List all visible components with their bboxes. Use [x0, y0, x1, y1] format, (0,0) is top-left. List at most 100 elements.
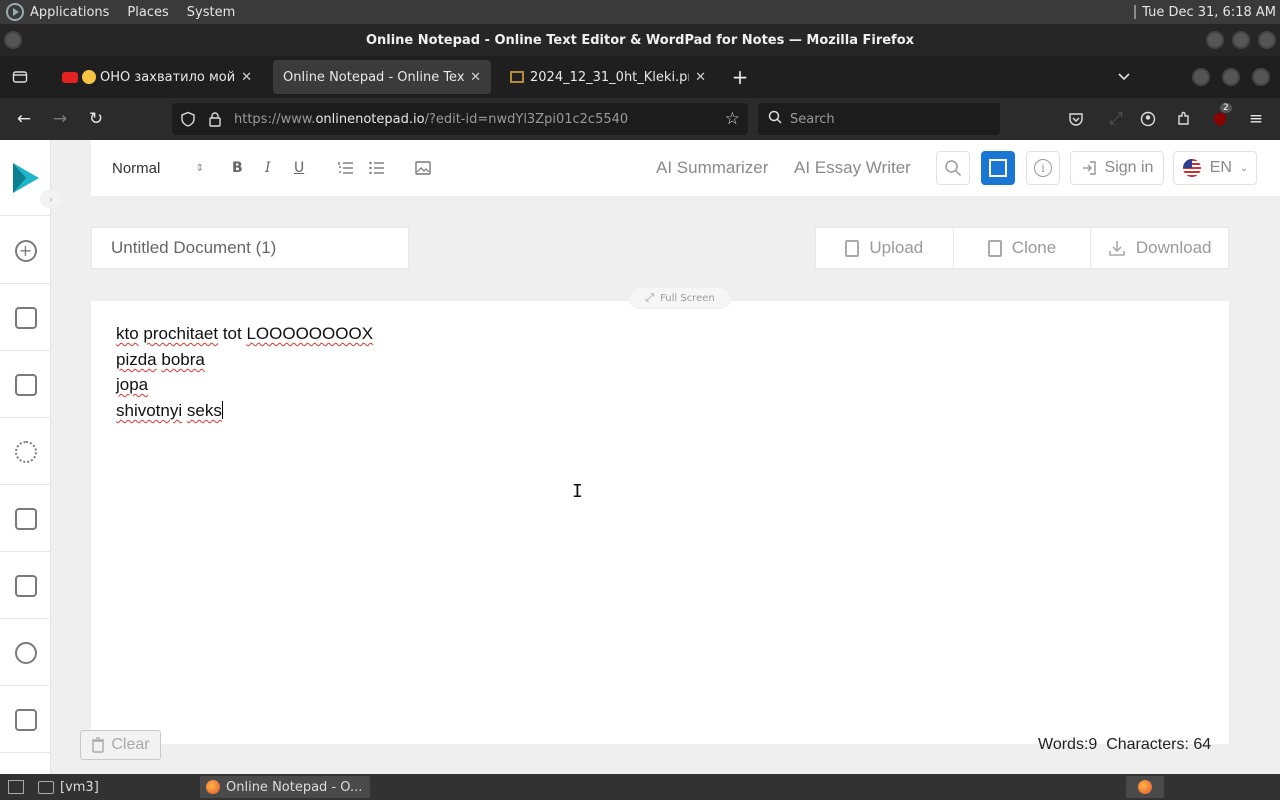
clone-icon	[987, 239, 1002, 257]
search-document-button[interactable]	[936, 151, 970, 185]
full-screen-label: Full Screen	[660, 292, 715, 304]
sidebar-item-notes[interactable]	[0, 285, 51, 351]
bottom-taskbar: [vm3] Online Notepad - O...	[0, 774, 1280, 800]
clear-button[interactable]: Clear	[80, 730, 161, 760]
download-icon	[1109, 241, 1125, 256]
ordered-list-icon[interactable]	[338, 154, 354, 182]
taskbar-item-vm3[interactable]: [vm3]	[32, 776, 105, 798]
expand-icon: ⤢	[645, 291, 655, 304]
document-actions: Upload Clone Download	[815, 227, 1229, 269]
characters-label: Characters:	[1106, 736, 1189, 753]
applications-menu[interactable]: Applications	[6, 3, 109, 21]
document-icon	[14, 708, 37, 731]
sidebar-item-privacy[interactable]	[0, 620, 51, 686]
gear-icon	[14, 440, 37, 463]
list-all-tabs-icon[interactable]	[1112, 65, 1136, 89]
tabbar-button-2-icon[interactable]	[1222, 68, 1240, 86]
character-count: 64	[1193, 736, 1212, 753]
misspelled-word: prochitaet	[143, 324, 219, 343]
italic-button[interactable]: I	[265, 154, 271, 182]
taskbar-item-firefox[interactable]: Online Notepad - O...	[200, 776, 370, 798]
ai-essay-writer-link[interactable]: AI Essay Writer	[794, 158, 911, 178]
tab-youtube[interactable]: ОНО захватило мой мир ✕	[52, 60, 262, 94]
firefox-view-icon[interactable]	[8, 65, 32, 89]
taskbar-item-label: Online Notepad - O...	[226, 779, 363, 795]
bullet-list-icon[interactable]	[369, 154, 385, 182]
tabbar-button-1-icon[interactable]	[1192, 68, 1210, 86]
underline-button[interactable]: U	[294, 154, 304, 182]
back-icon[interactable]: ←	[12, 107, 36, 131]
editor-text: tot	[218, 324, 247, 343]
lock-icon[interactable]	[208, 111, 222, 131]
forward-icon[interactable]: →	[48, 107, 72, 131]
tabbar-button-3-icon[interactable]	[1252, 68, 1270, 86]
sidebar-item-feedback[interactable]	[0, 486, 51, 552]
tab-close-icon[interactable]: ✕	[470, 70, 481, 85]
document-title-input[interactable]: Untitled Document (1)	[91, 227, 409, 269]
misspelled-word: jopa	[116, 375, 149, 394]
maximize-icon[interactable]	[1232, 31, 1250, 49]
search-bar[interactable]: Search	[758, 103, 1000, 135]
info-button[interactable]: i	[1026, 151, 1060, 185]
places-menu[interactable]: Places	[127, 5, 168, 20]
window-title-bar[interactable]: Online Notepad - Online Text Editor & Wo…	[0, 24, 1280, 56]
sidebar-item-documents[interactable]	[0, 352, 51, 418]
pocket-icon[interactable]	[1064, 107, 1088, 131]
upload-button[interactable]: Upload	[816, 228, 954, 268]
sidebar-item-new[interactable]: +	[0, 218, 51, 284]
url-bar[interactable]: https://www.onlinenotepad.io/?edit-id=nw…	[172, 103, 748, 135]
expand-sidebar-icon[interactable]: ›	[40, 190, 62, 208]
editor-toolbar: Normal ⇕ B I U AI Summarizer AI Essay Wr…	[91, 140, 1280, 196]
format-select-value: Normal	[112, 159, 161, 177]
full-screen-button[interactable]: ⤢ Full Screen	[629, 287, 731, 309]
window-menu-icon[interactable]	[4, 31, 22, 49]
ai-summarizer-link[interactable]: AI Summarizer	[656, 158, 768, 178]
clone-button[interactable]: Clone	[954, 228, 1092, 268]
tabs-bar: ОНО захватило мой мир ✕ Online Notepad -…	[0, 56, 1280, 98]
editor-line-4: shivotnyi seks	[116, 401, 223, 421]
new-tab-icon[interactable]: +	[728, 65, 752, 89]
tracking-protection-icon[interactable]	[180, 111, 196, 131]
select-arrows-icon: ⇕	[195, 162, 204, 174]
panel-clock[interactable]: Tue Dec 31, 6:18 AM	[1134, 5, 1280, 20]
misspelled-word: bobra	[161, 350, 205, 369]
show-desktop-icon[interactable]	[2, 776, 30, 798]
document-stats: Words:9 Characters: 64	[1038, 736, 1211, 754]
reload-icon[interactable]: ↻	[84, 107, 108, 131]
tab-close-icon[interactable]: ✕	[695, 70, 706, 85]
ublock-origin-icon[interactable]: 2	[1208, 103, 1232, 131]
sign-in-label: Sign in	[1104, 159, 1154, 176]
insert-image-icon[interactable]	[415, 154, 431, 182]
theme-toggle-button[interactable]	[981, 151, 1015, 185]
upload-label: Upload	[869, 238, 924, 257]
tab-online-notepad[interactable]: Online Notepad - Online Text E ✕	[273, 60, 491, 94]
language-label: EN	[1209, 159, 1232, 176]
close-window-icon[interactable]	[1258, 31, 1276, 49]
sidebar-item-contact[interactable]	[0, 553, 51, 619]
word-count: 9	[1088, 736, 1098, 753]
tab-close-icon[interactable]: ✕	[241, 70, 252, 85]
applications-logo-icon	[6, 3, 24, 21]
bookmark-star-icon[interactable]: ☆	[725, 109, 740, 129]
sidebar-item-settings[interactable]	[0, 419, 51, 485]
minimize-icon[interactable]	[1206, 31, 1224, 49]
download-button[interactable]: Download	[1091, 228, 1228, 268]
sidebar-item-terms[interactable]	[0, 687, 51, 753]
text-editor[interactable]: kto prochitaet tot LOOOOOOOOX pizda bobr…	[91, 301, 1229, 744]
sign-in-icon	[1082, 161, 1096, 175]
sign-in-button[interactable]: Sign in	[1070, 151, 1164, 185]
workspace-switcher[interactable]	[1126, 776, 1164, 798]
tab-kleki-png[interactable]: 2024_12_31_0ht_Kleki.png ( ✕	[500, 60, 716, 94]
language-select[interactable]: EN ⌄	[1173, 151, 1257, 185]
account-icon[interactable]	[1136, 107, 1160, 131]
system-menu[interactable]: System	[187, 5, 235, 20]
bold-button[interactable]: B	[232, 154, 243, 182]
firefox-icon	[206, 780, 220, 794]
text-caret	[221, 401, 223, 419]
extensions-icon[interactable]	[1172, 107, 1196, 131]
format-select[interactable]: Normal ⇕	[112, 154, 204, 182]
tab-label: ОНО захватило мой мир	[100, 69, 236, 85]
app-menu-icon[interactable]: ≡	[1244, 107, 1268, 131]
add-circle-icon: +	[14, 239, 37, 262]
extension-disabled-icon[interactable]: ⤢	[1104, 107, 1128, 131]
